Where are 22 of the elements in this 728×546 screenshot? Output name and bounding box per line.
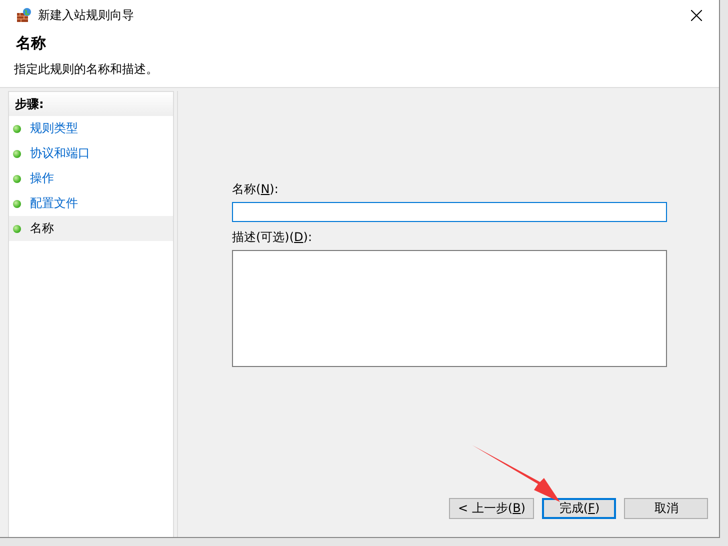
wizard-button[interactable]: 取消 xyxy=(624,498,708,519)
description-field[interactable] xyxy=(232,250,667,367)
status-dot-icon xyxy=(13,224,21,232)
page-description: 指定此规则的名称和描述。 xyxy=(14,61,159,78)
name-field[interactable] xyxy=(232,202,667,222)
step-item[interactable]: 规则类型 xyxy=(9,116,173,141)
step-item[interactable]: 名称 xyxy=(9,216,173,241)
wizard-button[interactable]: 完成(F) xyxy=(542,498,616,519)
window-title: 新建入站规则向导 xyxy=(38,6,134,24)
page-heading: 名称 xyxy=(16,34,47,53)
wizard-button[interactable]: < 上一步(B) xyxy=(449,498,534,519)
description-label: 描述(可选)(D): xyxy=(232,229,314,246)
step-item[interactable]: 协议和端口 xyxy=(9,141,173,166)
close-icon xyxy=(690,10,702,20)
status-dot-icon xyxy=(13,150,21,158)
status-dot-icon xyxy=(13,174,21,182)
name-label: 名称(N): xyxy=(232,181,280,198)
status-dot-icon xyxy=(13,200,21,208)
status-dot-icon xyxy=(13,124,21,132)
step-item[interactable]: 操作 xyxy=(9,166,173,191)
step-item[interactable]: 配置文件 xyxy=(9,191,173,216)
firewall-globe-icon xyxy=(16,7,32,23)
